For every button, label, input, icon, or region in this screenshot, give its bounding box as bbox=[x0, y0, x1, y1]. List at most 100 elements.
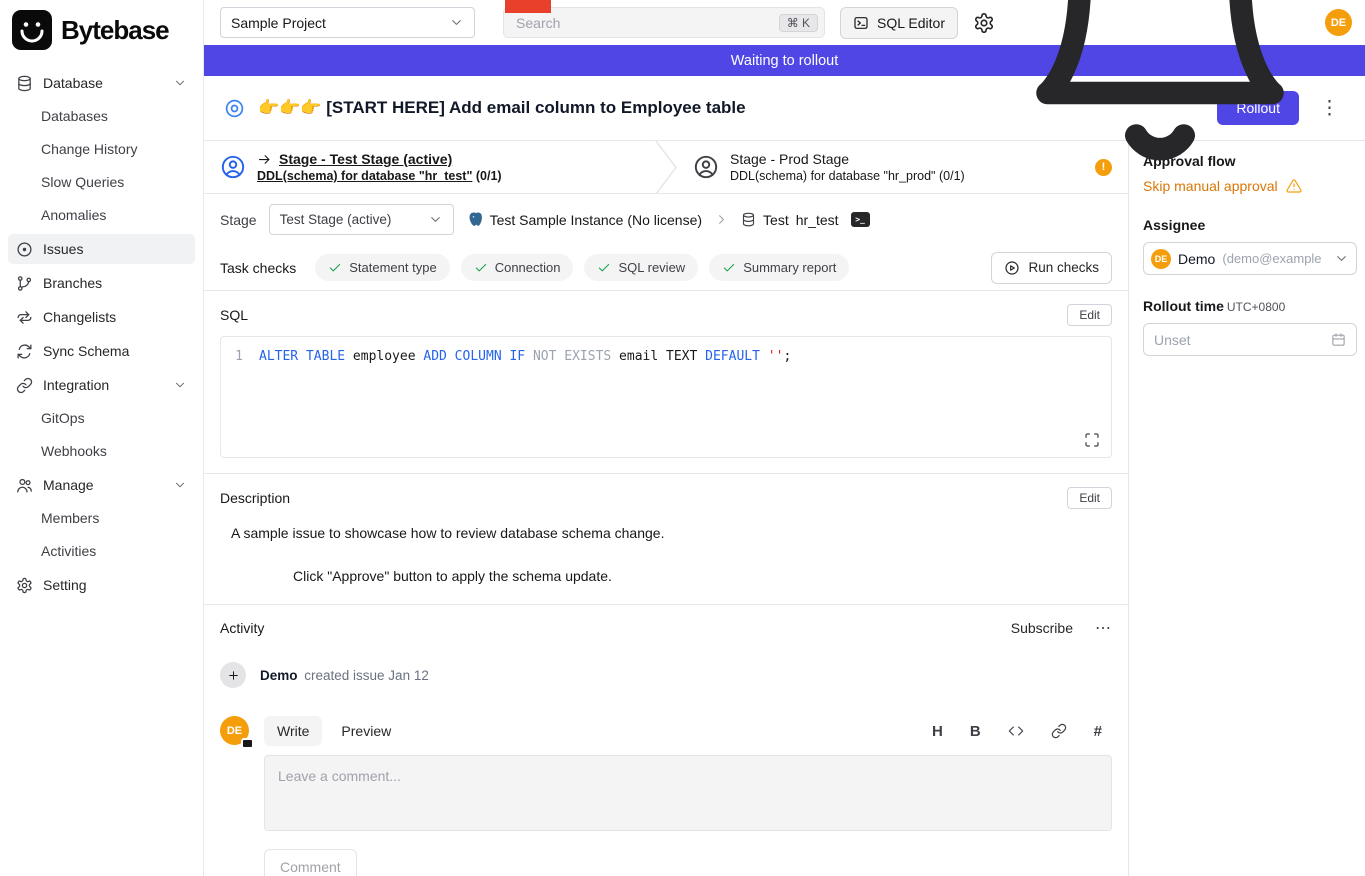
stage-task: DDL(schema) for database "hr_prod" bbox=[730, 169, 936, 183]
task-check-statement-type[interactable]: Statement type bbox=[315, 254, 449, 281]
activity-section: Activity Subscribe ⋯ Demo created issue … bbox=[204, 604, 1128, 876]
sidebar-item-label: Branches bbox=[43, 275, 187, 291]
sidebar-item-anomalies[interactable]: Anomalies bbox=[8, 200, 195, 230]
comment-button[interactable]: Comment bbox=[264, 849, 357, 876]
activity-event: Demo created issue Jan 12 bbox=[220, 662, 1112, 688]
tab-write[interactable]: Write bbox=[264, 716, 322, 746]
assignee-selector[interactable]: DE Demo (demo@example bbox=[1143, 242, 1357, 275]
more-menu-icon[interactable]: ⋮ bbox=[1312, 97, 1347, 120]
bytebase-logo-icon bbox=[12, 10, 52, 50]
sync-icon bbox=[16, 343, 33, 360]
instance-link[interactable]: Test Sample Instance (No license) bbox=[466, 211, 702, 228]
check-icon bbox=[474, 261, 488, 275]
sidebar-item-label: Setting bbox=[43, 577, 187, 593]
composer-tabs: WritePreview bbox=[264, 716, 404, 746]
sidebar-item-activities[interactable]: Activities bbox=[8, 536, 195, 566]
sidebar-item-issues[interactable]: Issues bbox=[8, 234, 195, 264]
arrow-right-icon bbox=[257, 152, 272, 167]
bold-icon[interactable]: B bbox=[970, 724, 981, 739]
calendar-icon bbox=[1331, 332, 1346, 347]
gear-icon bbox=[16, 577, 33, 594]
run-checks-button[interactable]: Run checks bbox=[991, 252, 1112, 284]
sidebar-item-database[interactable]: Database bbox=[8, 68, 195, 98]
stage-separator bbox=[655, 141, 677, 194]
rollout-time-input[interactable]: Unset bbox=[1143, 323, 1357, 356]
sql-edit-button[interactable]: Edit bbox=[1067, 304, 1112, 326]
activity-title: Activity bbox=[220, 620, 264, 636]
sidebar-item-label: Change History bbox=[41, 141, 187, 157]
code-icon[interactable] bbox=[1008, 723, 1024, 739]
sql-console-icon[interactable]: >_ bbox=[851, 212, 870, 227]
stage-card-test-stage[interactable]: Stage - Test Stage (active) DDL(schema) … bbox=[204, 141, 655, 193]
sidebar-item-manage[interactable]: Manage bbox=[8, 470, 195, 500]
sidebar-item-label: Databases bbox=[41, 108, 187, 124]
stage-name: Stage - Prod Stage bbox=[730, 151, 849, 167]
description-paragraph: A sample issue to showcase how to review… bbox=[231, 525, 1112, 541]
heading-icon[interactable]: H bbox=[932, 724, 943, 739]
task-check-summary-report[interactable]: Summary report bbox=[709, 254, 849, 281]
sidebar-item-label: Database bbox=[43, 75, 163, 91]
sidebar-item-changelists[interactable]: Changelists bbox=[8, 302, 195, 332]
tab-preview[interactable]: Preview bbox=[328, 716, 404, 746]
format-toolbar: H B # bbox=[932, 723, 1112, 739]
stage-selector[interactable]: Test Stage (active) bbox=[269, 204, 454, 235]
check-icon bbox=[722, 261, 736, 275]
sidebar: Bytebase Database Databases Change History… bbox=[0, 0, 204, 876]
sidebar-item-setting[interactable]: Setting bbox=[8, 570, 195, 600]
database-link[interactable]: Test hr_test bbox=[741, 212, 839, 228]
branch-icon bbox=[16, 275, 33, 292]
sidebar-item-branches[interactable]: Branches bbox=[8, 268, 195, 298]
task-check-badges: Statement type Connection SQL review Summar… bbox=[315, 254, 849, 281]
user-circle-icon bbox=[220, 154, 246, 180]
brand-logo[interactable]: Bytebase bbox=[0, 8, 203, 64]
comment-input[interactable]: Leave a comment... bbox=[264, 755, 1112, 831]
sidebar-item-integration[interactable]: Integration bbox=[8, 370, 195, 400]
assignee-email: (demo@example bbox=[1222, 251, 1327, 266]
sidebar-item-gitops[interactable]: GitOps bbox=[8, 403, 195, 433]
right-panel: Approval flow Skip manual approval Assig… bbox=[1128, 141, 1365, 876]
link-icon[interactable] bbox=[1051, 723, 1067, 739]
issues-icon bbox=[16, 241, 33, 258]
search-placeholder: Search bbox=[516, 15, 779, 31]
database-icon bbox=[741, 212, 756, 227]
sidebar-item-change-history[interactable]: Change History bbox=[8, 134, 195, 164]
project-selector[interactable]: Sample Project bbox=[220, 7, 475, 38]
expand-icon[interactable] bbox=[1084, 432, 1100, 448]
sidebar-item-label: Sync Schema bbox=[43, 343, 187, 359]
stage-label: Stage bbox=[220, 212, 257, 228]
sql-section-title: SQL bbox=[220, 307, 248, 323]
chevron-down-icon bbox=[1334, 251, 1349, 266]
sql-editor-button[interactable]: SQL Editor bbox=[840, 7, 958, 39]
search-input[interactable]: Search ⌘ K bbox=[503, 7, 825, 38]
hash-icon[interactable]: # bbox=[1094, 724, 1102, 739]
stage-task: DDL(schema) for database "hr_test" bbox=[257, 169, 472, 183]
assignee-name: Demo bbox=[1178, 251, 1215, 267]
notifications-button[interactable] bbox=[1010, 0, 1310, 173]
task-checks-bar: Task checks Statement typeConnectionSQL … bbox=[204, 245, 1128, 291]
description-title: Description bbox=[220, 490, 290, 506]
rollout-time-label: Rollout timeUTC+0800 bbox=[1143, 298, 1357, 314]
sidebar-item-sync-schema[interactable]: Sync Schema bbox=[8, 336, 195, 366]
gear-icon[interactable] bbox=[973, 12, 995, 34]
search-shortcut: ⌘ K bbox=[779, 14, 818, 32]
chevron-down-icon bbox=[173, 378, 187, 392]
issue-status-icon bbox=[224, 98, 245, 119]
activity-menu-icon[interactable]: ⋯ bbox=[1095, 618, 1112, 638]
postgres-icon bbox=[466, 211, 483, 228]
task-check-sql-review[interactable]: SQL review bbox=[584, 254, 698, 281]
sidebar-item-databases[interactable]: Databases bbox=[8, 101, 195, 131]
sidebar-item-members[interactable]: Members bbox=[8, 503, 195, 533]
sidebar-item-slow-queries[interactable]: Slow Queries bbox=[8, 167, 195, 197]
task-check-connection[interactable]: Connection bbox=[461, 254, 574, 281]
link-icon bbox=[16, 377, 33, 394]
approval-status: Skip manual approval bbox=[1143, 178, 1357, 194]
subscribe-button[interactable]: Subscribe bbox=[1011, 620, 1073, 636]
user-avatar[interactable]: DE bbox=[1325, 9, 1352, 36]
chevron-down-icon bbox=[428, 212, 443, 227]
description-edit-button[interactable]: Edit bbox=[1067, 487, 1112, 509]
timezone-label: UTC+0800 bbox=[1227, 300, 1285, 314]
sidebar-item-label: Anomalies bbox=[41, 207, 187, 223]
bell-icon bbox=[1010, 0, 1310, 173]
sql-editor-area[interactable]: 1ALTER TABLE employee ADD COLUMN IF NOT … bbox=[220, 336, 1112, 458]
sidebar-item-webhooks[interactable]: Webhooks bbox=[8, 436, 195, 466]
